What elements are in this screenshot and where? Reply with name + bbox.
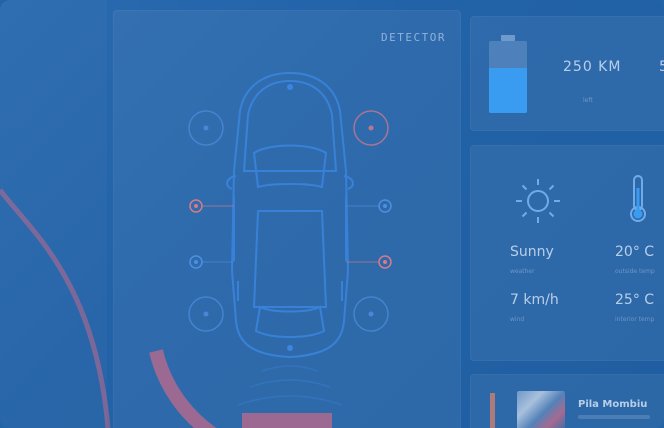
battery-icon [489, 35, 527, 113]
car-rear-window [254, 305, 326, 338]
interior-temp-label: interior temp [615, 316, 655, 323]
detector-panel: DETECTOR [113, 10, 461, 428]
outside-temp: 20° C [615, 244, 655, 260]
left-decor-arc [0, 188, 111, 428]
car-windshield [252, 144, 328, 189]
sun-icon [516, 179, 560, 223]
range-value: 250 KM [563, 59, 622, 75]
battery-panel: 250 KM left 50 [470, 16, 664, 131]
car-body-outline [230, 71, 350, 359]
weather-condition: Sunny [510, 244, 554, 260]
thermometer-icon [630, 175, 646, 222]
weather-condition-label: weather [510, 268, 535, 275]
music-accent-bar [490, 393, 495, 428]
music-panel[interactable]: Pila Mombiu [470, 374, 664, 428]
track-subtitle-placeholder [578, 415, 650, 419]
weather-panel: Sunny weather 20° C outside temp 7 km/h … [470, 145, 664, 361]
battery-level-fill [489, 68, 527, 113]
front-sensor-dot [287, 84, 293, 90]
interior-temp: 25° C [615, 292, 655, 308]
rear-sensor-dot [287, 345, 293, 351]
car-roof [252, 210, 328, 308]
car-hood [242, 79, 338, 172]
range-label: left [583, 97, 593, 104]
sensors [188, 110, 392, 332]
car-diagram [149, 71, 392, 428]
wind-label: wind [510, 316, 525, 323]
album-art[interactable] [517, 391, 565, 428]
proximity-waves [237, 365, 343, 406]
dashboard: DETECTOR 250 KM left 5 Sunny weather 20°… [0, 0, 664, 428]
track-title: Pila Mombiu [578, 399, 648, 410]
wind-speed: 7 km/h [510, 292, 559, 308]
rear-warning-bar [242, 413, 332, 428]
outside-temp-label: outside temp [615, 268, 655, 275]
secondary-value: 50 [659, 59, 664, 75]
rear-left-warning-arc [149, 349, 217, 428]
